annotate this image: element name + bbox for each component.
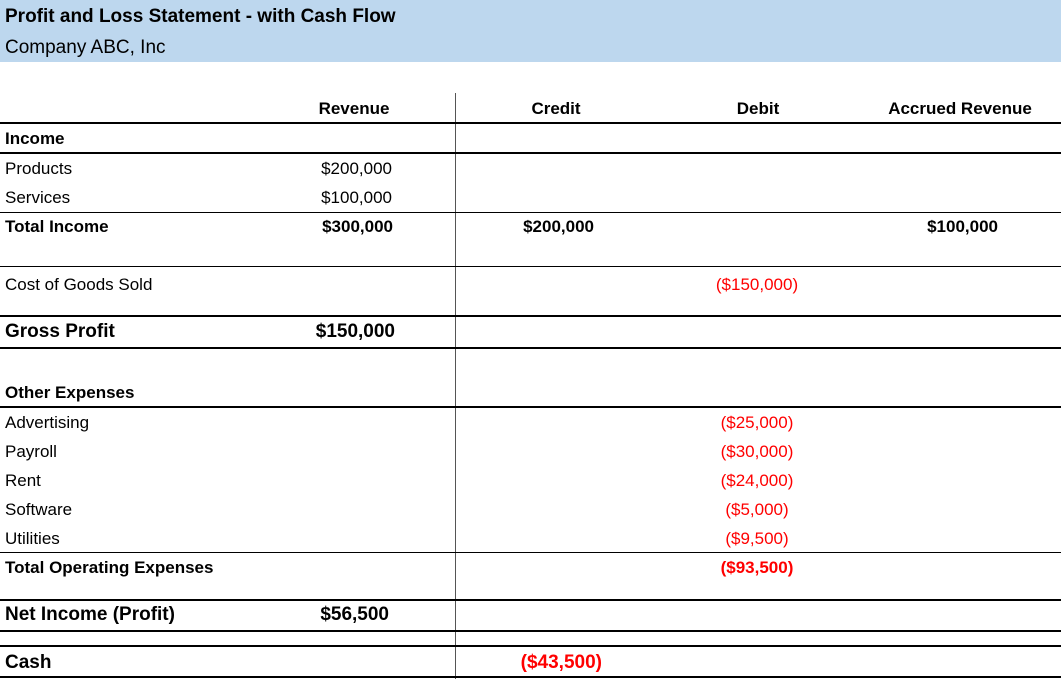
- company-name: Company ABC, Inc: [5, 37, 166, 58]
- section-income: Income: [5, 129, 65, 148]
- row-label-rent: Rent: [5, 471, 41, 490]
- products-revenue: $200,000: [321, 159, 392, 178]
- payroll-debit: ($30,000): [720, 442, 794, 461]
- cash-bottom-rule: [0, 676, 1061, 678]
- column-header-credit: Credit: [531, 99, 581, 118]
- software-debit: ($5,000): [725, 500, 789, 519]
- net-income-top-rule: [0, 599, 1061, 601]
- total-income-revenue: $300,000: [322, 217, 393, 236]
- cogs-rule: [0, 266, 1061, 267]
- row-label-services: Services: [5, 188, 71, 207]
- total-income-accrued: $100,000: [927, 217, 998, 236]
- row-label-software: Software: [5, 500, 73, 519]
- row-label-utilities: Utilities: [5, 529, 60, 548]
- other-expenses-rule: [0, 406, 1061, 408]
- net-income-bottom-rule: [0, 630, 1061, 632]
- row-label-total-income: Total Income: [5, 217, 109, 236]
- utilities-debit: ($9,500): [725, 529, 789, 548]
- gross-profit-bottom-rule: [0, 347, 1061, 349]
- cogs-debit: ($150,000): [715, 275, 799, 294]
- column-header-accrued-revenue: Accrued Revenue: [888, 99, 1032, 118]
- column-header-revenue: Revenue: [318, 99, 390, 118]
- row-label-payroll: Payroll: [5, 442, 57, 461]
- row-label-net-income: Net Income (Profit): [5, 604, 175, 625]
- total-income-credit: $200,000: [523, 217, 594, 236]
- row-label-gross-profit: Gross Profit: [5, 321, 115, 342]
- total-operating-expenses-debit: ($93,500): [720, 558, 794, 577]
- rent-debit: ($24,000): [720, 471, 794, 490]
- services-revenue: $100,000: [321, 188, 392, 207]
- column-header-debit: Debit: [736, 99, 780, 118]
- page-title: Profit and Loss Statement - with Cash Fl…: [5, 6, 396, 27]
- total-expenses-rule: [0, 552, 1061, 553]
- row-label-total-operating-expenses: Total Operating Expenses: [5, 558, 214, 577]
- header-rule: [0, 122, 1061, 124]
- row-label-products: Products: [5, 159, 73, 178]
- row-label-advertising: Advertising: [5, 413, 90, 432]
- column-divider: [455, 93, 456, 679]
- gross-profit-top-rule: [0, 315, 1061, 317]
- row-label-cash: Cash: [5, 652, 52, 673]
- section-other-expenses: Other Expenses: [5, 383, 135, 402]
- total-income-rule: [0, 212, 1061, 213]
- cash-credit: ($43,500): [520, 652, 602, 673]
- row-label-cogs: Cost of Goods Sold: [5, 275, 153, 294]
- gross-profit-revenue: $150,000: [315, 321, 395, 342]
- income-rule: [0, 152, 1061, 154]
- net-income-revenue: $56,500: [320, 604, 389, 625]
- advertising-debit: ($25,000): [720, 413, 794, 432]
- cash-top-rule: [0, 645, 1061, 647]
